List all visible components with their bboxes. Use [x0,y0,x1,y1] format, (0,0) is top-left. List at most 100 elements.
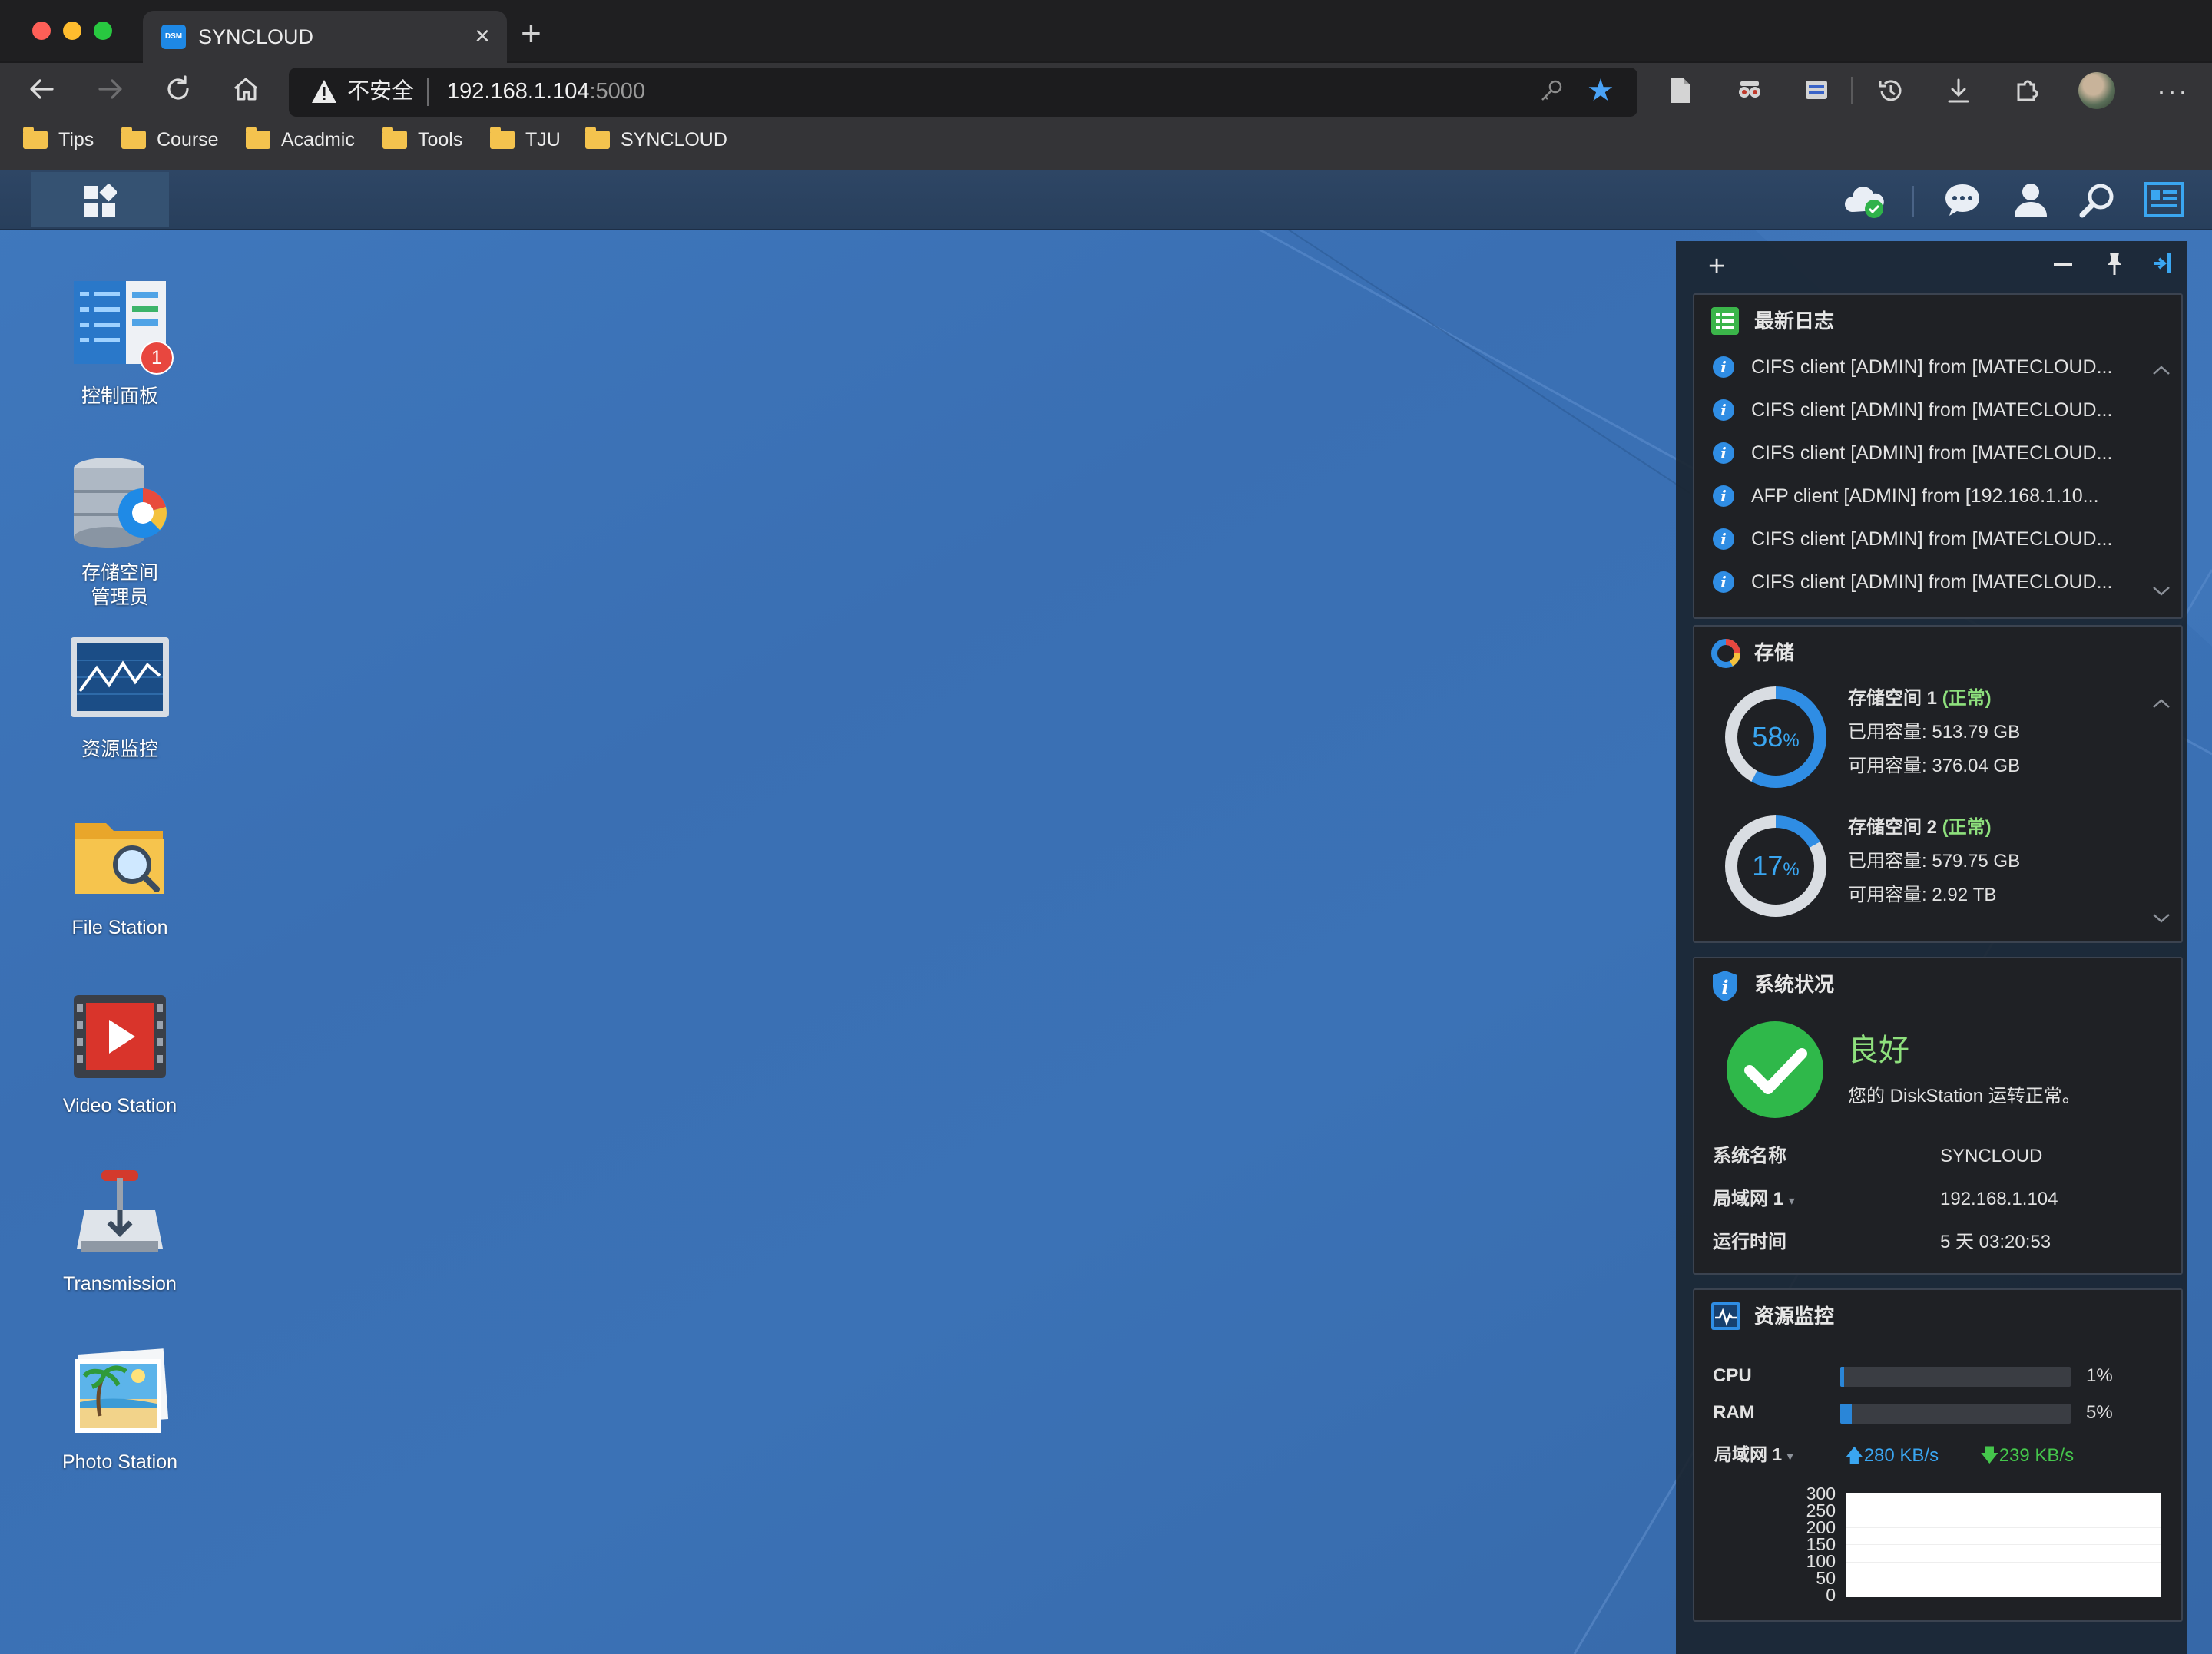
more-options-icon[interactable]: ··· [2157,75,2189,108]
bookmark-label: Acadmic [281,129,355,151]
warning-icon[interactable] [310,78,338,108]
transmission-shortcut[interactable]: Transmission [35,1164,204,1296]
bookmark-label: TJU [525,129,561,151]
folder-icon [121,127,146,149]
ram-usage-bar [1840,1404,2071,1424]
file-station-shortcut[interactable]: File Station [35,808,204,940]
favorite-star-icon[interactable]: ★ [1587,75,1614,106]
upload-arrow-icon: 🡅 [1845,1445,1864,1466]
ram-label: RAM [1713,1402,1755,1423]
volume-2-percent: 17% [1725,845,1826,892]
scroll-down-icon[interactable] [2152,581,2171,602]
percent-value: 17 [1752,850,1783,882]
add-widget-button[interactable]: + [1708,252,1725,281]
scroll-down-icon[interactable] [2152,908,2171,929]
reading-list-icon[interactable] [1668,77,1693,110]
scroll-up-icon[interactable] [2152,693,2171,714]
extensions-puzzle-icon[interactable] [2012,77,2040,110]
close-tab-icon[interactable]: × [475,23,490,49]
log-entry[interactable]: i CIFS client [ADMIN] from [MATECLOUD... [1713,524,2166,559]
svg-text:i: i [1721,976,1728,998]
percent-sign: % [1783,859,1800,880]
y-tick: 100 [1806,1551,1836,1571]
cpu-usage-fill [1840,1367,1844,1387]
notifications-icon[interactable] [1943,181,1982,222]
url-text[interactable]: 192.168.1.104:5000 [447,77,645,106]
volume-2-used: 已用容量: 579.75 GB [1848,849,2020,874]
volume-2-title[interactable]: 存储空间 2 (正常) [1848,815,1992,840]
download-icon[interactable] [1945,77,1972,110]
download-value: 239 KB/s [1998,1445,2075,1466]
info-icon: i [1713,356,1734,378]
log-entry[interactable]: i CIFS client [ADMIN] from [MATECLOUD... [1713,352,2166,387]
log-entry[interactable]: i AFP client [ADMIN] from [192.168.1.10..… [1713,481,2166,516]
health-check-icon [1727,1021,1823,1118]
toolbar-divider [1851,77,1853,104]
control-panel-shortcut[interactable]: 1 控制面板 [35,276,204,409]
info-icon: i [1713,485,1734,507]
forward-icon[interactable] [95,74,126,110]
system-health-widget: i 系统状况 良好 您的 DiskStation 运转正常。 系统名称 SYNC… [1693,957,2183,1275]
main-menu-icon [84,184,117,217]
log-entry[interactable]: i CIFS client [ADMIN] from [MATECLOUD... [1713,438,2166,473]
minimize-widgets-button[interactable] [2054,263,2072,266]
bookmark-label: Tips [58,129,94,151]
network-selector[interactable]: 局域网 1 ▾ [1714,1442,1793,1470]
extension-icon[interactable] [1736,77,1763,110]
search-icon[interactable] [2078,181,2117,223]
resource-monitor-shortcut[interactable]: 资源监控 [35,630,204,762]
dropdown-caret-icon: ▾ [1788,1195,1795,1208]
folder-icon [246,127,270,149]
info-icon: i [1713,528,1734,550]
address-separator [427,78,429,106]
storage-manager-shortcut[interactable]: 存储空间 管理员 [35,453,204,610]
key-icon[interactable] [1539,78,1564,109]
icon-label: Video Station [62,1095,177,1116]
home-icon[interactable] [230,74,261,110]
cloud-sync-icon[interactable] [1842,181,1888,223]
uptime-label: 运行时间 [1713,1232,1786,1252]
lan-selector[interactable]: 局域网 1 ▾ [1713,1187,1795,1214]
photo-station-shortcut[interactable]: Photo Station [35,1342,204,1474]
folder-icon [382,127,407,149]
new-tab-button[interactable]: + [521,15,541,51]
icon-label: 资源监控 [81,739,158,760]
main-menu-button[interactable] [31,172,169,227]
health-message: 您的 DiskStation 运转正常。 [1848,1086,2081,1107]
log-text: CIFS client [ADMIN] from [MATECLOUD... [1751,356,2113,378]
reload-icon[interactable] [163,74,194,110]
address-bar[interactable]: 不安全 192.168.1.104:5000 ★ [289,68,1637,117]
pin-icon[interactable] [2103,250,2126,280]
back-icon[interactable] [26,74,57,110]
lan-ip-value: 192.168.1.104 [1940,1189,2058,1209]
info-icon: i [1713,571,1734,593]
log-text: CIFS client [ADMIN] from [MATECLOUD... [1751,528,2113,550]
download-arrow-icon: 🡇 [1980,1445,1999,1466]
cpu-usage-bar [1840,1367,2071,1387]
log-entry[interactable]: i CIFS client [ADMIN] from [MATECLOUD... [1713,395,2166,430]
collections-icon[interactable] [1803,77,1830,108]
used-value: 513.79 GB [1932,722,2021,743]
video-station-shortcut[interactable]: Video Station [35,986,204,1118]
history-icon[interactable] [1877,77,1905,110]
zoom-window-button[interactable] [94,22,112,40]
volume-1-title[interactable]: 存储空间 1 (正常) [1848,686,1992,711]
minimize-window-button[interactable] [63,22,81,40]
browser-tab[interactable]: DSM SYNCLOUD × [143,11,507,63]
system-name-value: SYNCLOUD [1940,1146,2043,1166]
volume-2-free: 可用容量: 2.92 TB [1848,883,1996,908]
profile-avatar[interactable] [2078,72,2115,109]
storage-widget: 存储 58% 存储空间 1 (正常) 已用容量: 513.79 GB 可用容量:… [1693,625,2183,943]
used-label: 已用容量: [1848,851,1927,872]
volume-name: 存储空间 1 [1848,688,1938,709]
log-entry[interactable]: i CIFS client [ADMIN] from [MATECLOUD... [1713,567,2166,602]
collapse-panel-icon[interactable] [2151,252,2174,279]
scroll-up-icon[interactable] [2152,359,2171,381]
widgets-toggle-icon[interactable] [2143,181,2184,222]
ram-usage-value: 5% [2086,1402,2113,1423]
close-window-button[interactable] [32,22,51,40]
volume-2-usage-donut: 17% [1725,815,1826,917]
user-icon[interactable] [2012,181,2049,222]
y-tick: 200 [1806,1517,1836,1537]
security-label[interactable]: 不安全 [347,77,414,106]
